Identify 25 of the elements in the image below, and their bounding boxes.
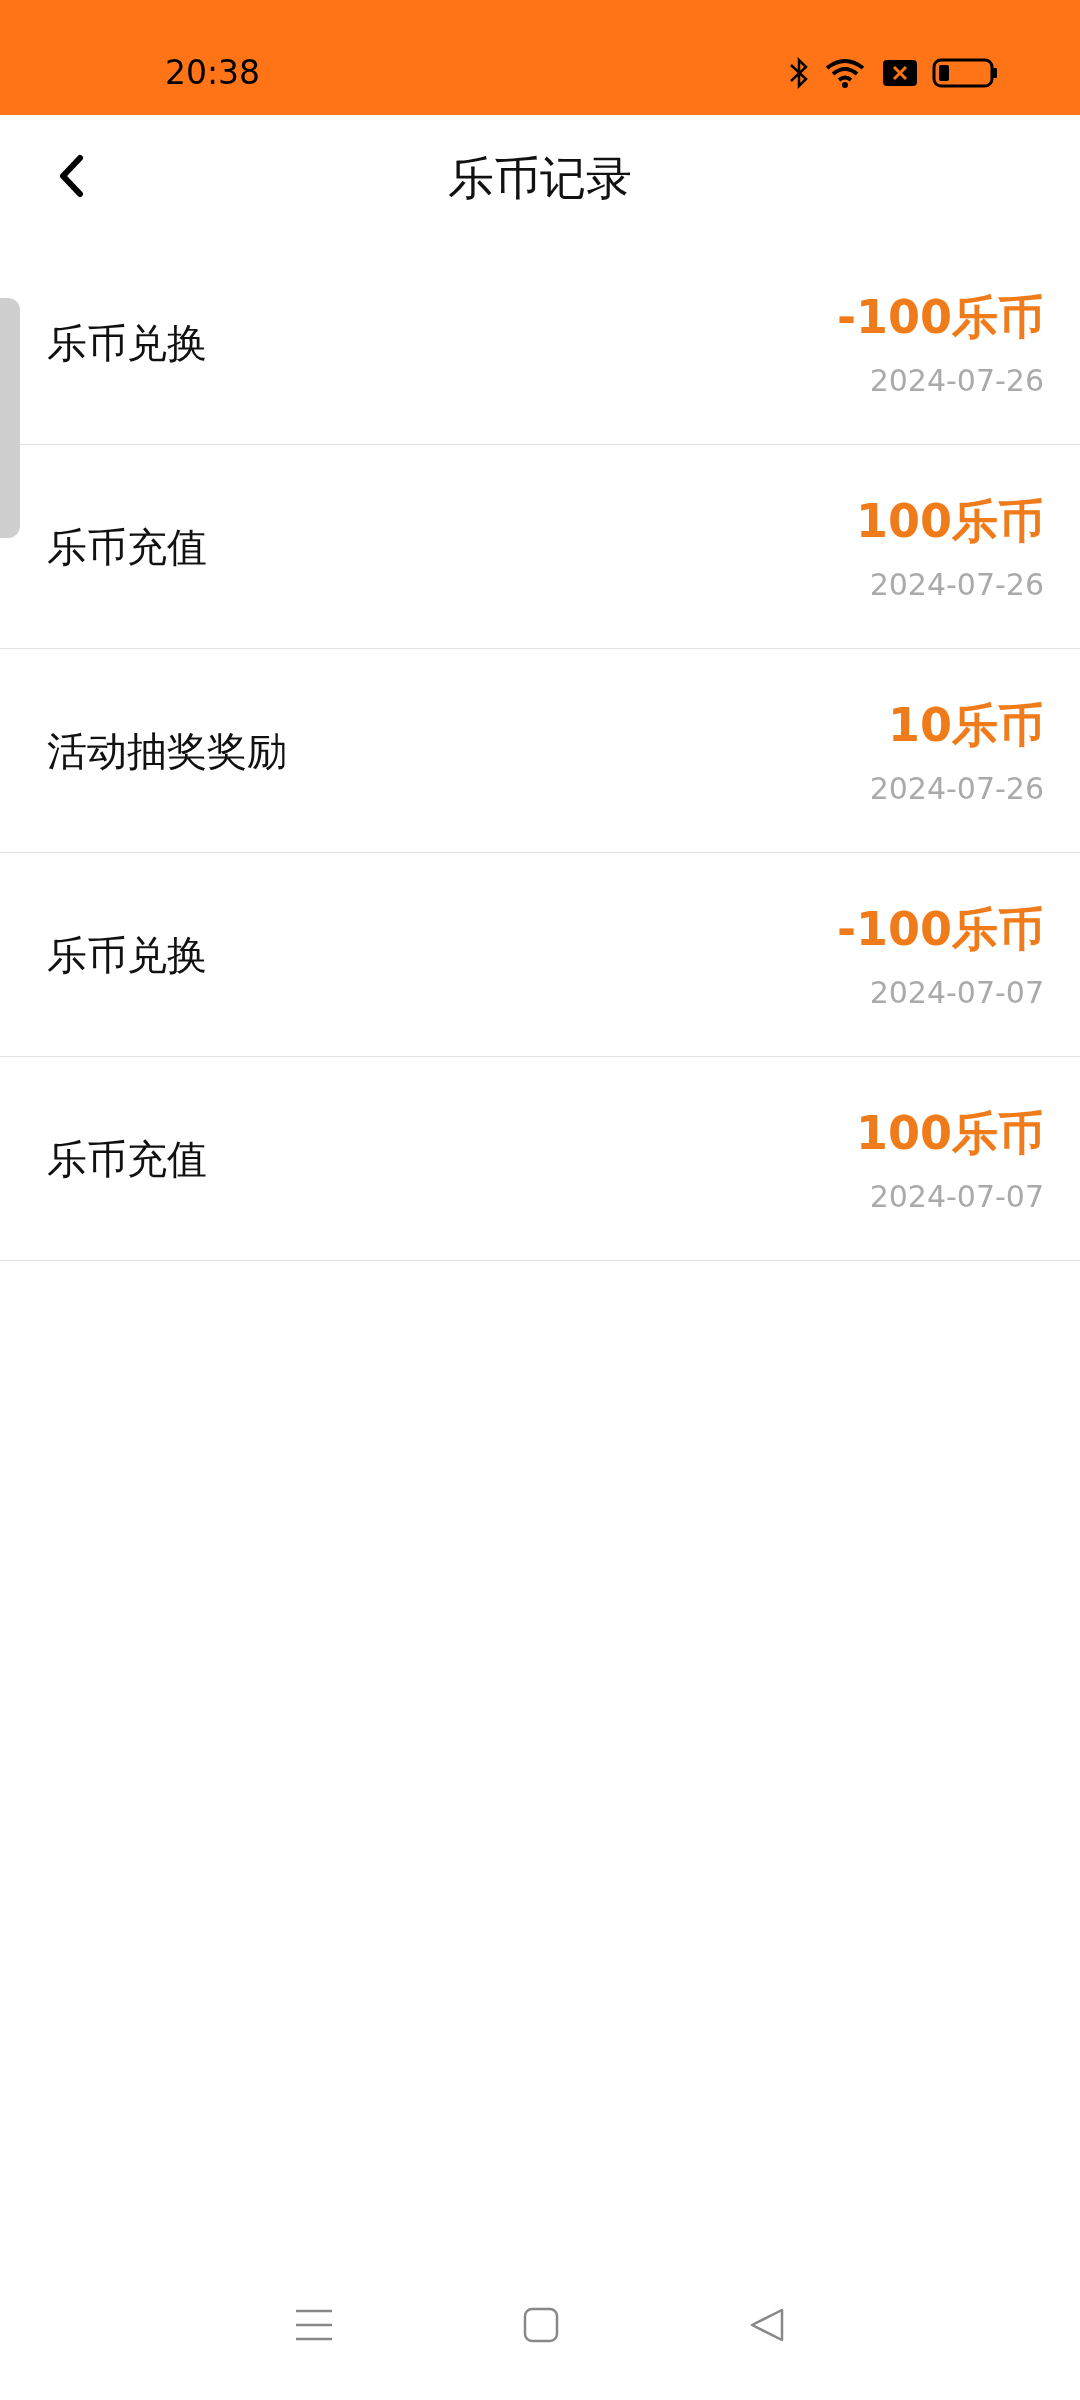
home-icon[interactable] (522, 2306, 560, 2344)
record-title: 乐币充值 (47, 522, 208, 572)
record-title: 乐币兑换 (47, 318, 208, 368)
battery-icon (932, 56, 998, 89)
record-date: 2024-07-26 (869, 361, 1044, 400)
record-date: 2024-07-26 (869, 565, 1044, 604)
record-amount: -100乐币 (836, 288, 1044, 346)
record-title: 活动抽奖奖励 (47, 726, 288, 776)
status-time: 20:38 (165, 51, 261, 94)
record-date: 2024-07-26 (869, 769, 1044, 808)
record-amount: -100乐币 (836, 900, 1044, 958)
record-date: 2024-07-07 (869, 973, 1044, 1012)
page-title: 乐币记录 (448, 149, 632, 207)
back-nav-icon[interactable] (748, 2306, 786, 2344)
record-amount: 100乐币 (855, 492, 1044, 550)
record-title: 乐币兑换 (47, 930, 208, 980)
menu-icon[interactable] (294, 2307, 334, 2343)
record-amount: 100乐币 (855, 1104, 1044, 1162)
sim-card-icon (882, 57, 918, 88)
side-handle[interactable] (0, 298, 20, 538)
record-amount: 10乐币 (888, 696, 1044, 754)
back-icon (58, 154, 84, 198)
record-title: 乐币充值 (47, 1134, 208, 1184)
record-date: 2024-07-07 (869, 1177, 1044, 1216)
bluetooth-icon (788, 55, 810, 90)
